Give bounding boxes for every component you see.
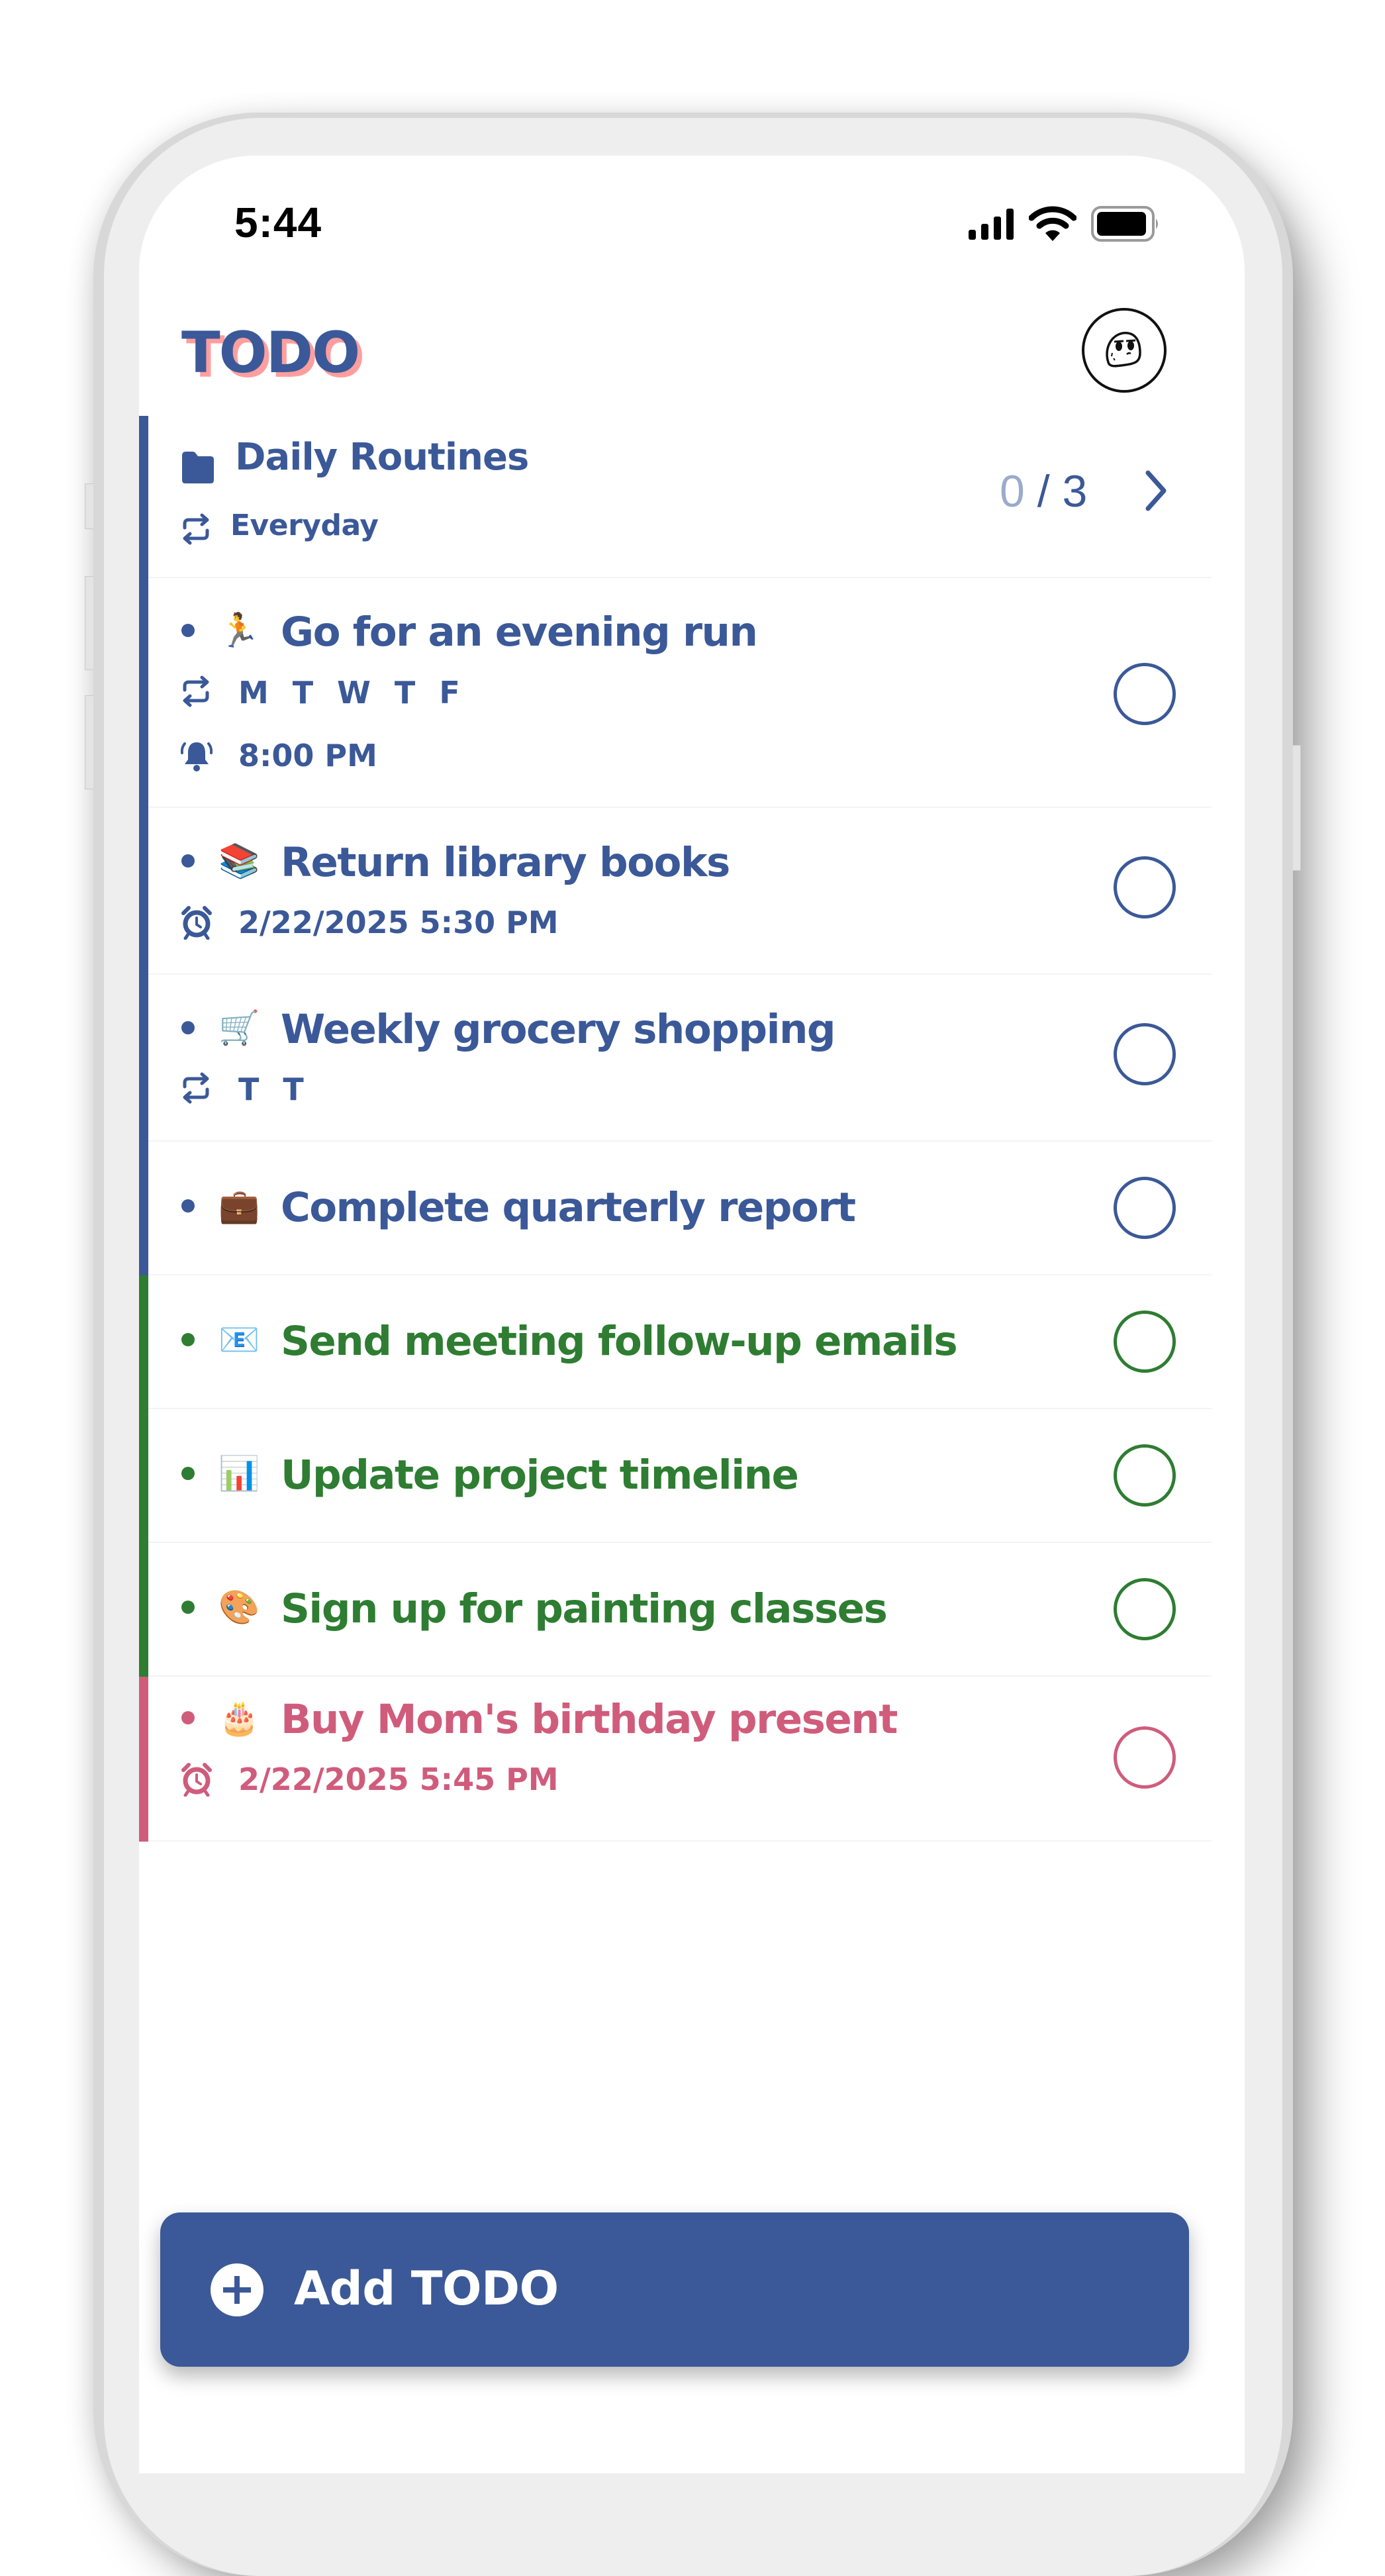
complete-checkbox[interactable] [1114,1311,1176,1373]
todo-accent-bar [139,1142,148,1275]
todo-title: Complete quarterly report [281,1184,856,1231]
plus-circle-icon [211,2263,263,2316]
todo-emoji-icon: 💼 [218,1187,260,1225]
todo-emoji-icon: 📚 [218,842,260,880]
app-screen: 5:44 TODO Daily Routines Everyday 0 / 3 … [139,156,1245,2473]
todo-accent-bar [139,1677,148,1842]
todo-title: Send meeting follow-up emails [281,1318,958,1365]
complete-checkbox[interactable] [1114,1023,1176,1085]
bullet-icon [181,854,195,867]
group-accent-bar [139,416,148,578]
bullet-icon [181,1467,195,1480]
todo-emoji-icon: 🛒 [218,1009,260,1047]
todo-item[interactable]: 🏃 Go for an evening run M T W T F 8:00 PM [139,578,1212,808]
todo-title: Buy Mom's birthday present [281,1696,898,1743]
todo-reminder-time: 2/22/2025 5:45 PM [238,1761,559,1797]
add-todo-label: Add TODO [294,2261,559,2316]
todo-accent-bar [139,808,148,975]
group-count-total: 3 [1062,466,1088,517]
bullet-icon [181,1711,195,1724]
alarm-clock-icon [181,1762,213,1799]
todo-accent-bar [139,578,148,808]
complete-checkbox[interactable] [1114,856,1176,918]
todo-repeat-days: T T [238,1071,310,1107]
folder-icon [182,452,214,483]
todo-accent-bar [139,975,148,1142]
repeat-icon [181,675,211,710]
todo-repeat-days: M T W T F [238,675,467,711]
bullet-icon [181,1333,195,1346]
repeat-icon [183,513,209,545]
todo-emoji-icon: 📊 [218,1454,260,1493]
todo-accent-bar [139,1409,148,1543]
app-title: TODO [181,320,360,386]
todo-title: Update project timeline [281,1452,799,1499]
group-schedule: Everyday [230,509,379,542]
group-name: Daily Routines [235,436,529,479]
bullet-icon [181,1601,195,1614]
complete-checkbox[interactable] [1114,1444,1176,1507]
cellular-signal-icon [969,209,1014,240]
todo-title: Return library books [281,839,730,886]
task-items: 🏃 Go for an evening run M T W T F 8:00 PM… [139,578,1212,1842]
battery-fill [1097,212,1146,236]
todo-item[interactable]: 💼 Complete quarterly report [139,1142,1212,1275]
todo-item[interactable]: 📊 Update project timeline [139,1409,1212,1543]
wifi-icon [1029,206,1076,241]
todo-emoji-icon: 🏃 [218,611,260,650]
todo-reminder-time: 8:00 PM [238,738,377,773]
repeat-icon [181,1072,211,1107]
todo-item[interactable]: 📧 Send meeting follow-up emails [139,1275,1212,1409]
complete-checkbox[interactable] [1114,663,1176,725]
todo-emoji-icon: 🎂 [218,1699,260,1737]
todo-item[interactable]: 🛒 Weekly grocery shopping T T [139,975,1212,1142]
battery-icon [1091,206,1158,242]
complete-checkbox[interactable] [1114,1177,1176,1239]
profile-avatar-button[interactable] [1082,308,1167,393]
todo-emoji-icon: 📧 [218,1320,260,1359]
todo-item[interactable]: 🎂 Buy Mom's birthday present 2/22/2025 5:… [139,1677,1212,1842]
todo-title: Sign up for painting classes [281,1585,888,1632]
todo-emoji-icon: 🎨 [218,1588,260,1626]
status-icons [968,206,1161,242]
bullet-icon [181,1021,195,1034]
todo-title: Weekly grocery shopping [281,1006,836,1053]
cartoon-face-avatar-icon [1106,332,1141,368]
bullet-icon [181,1199,195,1213]
alarm-clock-icon [181,905,213,942]
complete-checkbox[interactable] [1114,1726,1176,1789]
todo-title: Go for an evening run [281,609,758,656]
group-progress: 0 / 3 [1000,466,1087,517]
todo-item[interactable]: 🎨 Sign up for painting classes [139,1543,1212,1677]
status-time: 5:44 [234,199,322,246]
todo-accent-bar [139,1543,148,1677]
todo-list: Daily Routines Everyday 0 / 3 🏃 Go for an… [139,416,1212,1842]
group-count-sep: / [1024,466,1063,517]
add-todo-button[interactable]: Add TODO [160,2212,1189,2367]
group-daily-routines[interactable]: Daily Routines Everyday 0 / 3 [139,416,1212,578]
complete-checkbox[interactable] [1114,1578,1176,1640]
todo-item[interactable]: 📚 Return library books 2/22/2025 5:30 PM [139,808,1212,975]
todo-reminder-time: 2/22/2025 5:30 PM [238,905,559,940]
todo-accent-bar [139,1275,148,1409]
chevron-right-icon[interactable] [1143,469,1169,513]
bell-icon [180,738,213,775]
bullet-icon [181,624,195,637]
group-count-done: 0 [1000,466,1025,517]
